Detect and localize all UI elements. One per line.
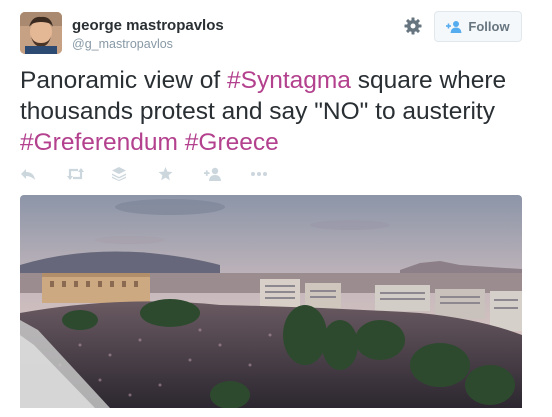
follow-label: Follow <box>468 19 510 34</box>
gear-icon[interactable] <box>402 15 424 37</box>
hashtag-greferendum[interactable]: #Greferendum <box>20 129 178 156</box>
reply-button[interactable] <box>20 162 66 186</box>
hashtag-syntagma[interactable]: #Syntagma <box>227 67 351 94</box>
more-button[interactable] <box>250 162 296 186</box>
tweet-photo[interactable] <box>20 195 522 408</box>
user-handle[interactable]: @g_mastropavlos <box>72 37 173 51</box>
tweet-actions <box>20 162 296 186</box>
reply-icon <box>21 169 35 180</box>
follow-icon <box>204 167 221 181</box>
more-icon <box>251 172 267 176</box>
stack-icon <box>112 167 126 181</box>
display-name[interactable]: george mastropavlos <box>72 17 224 34</box>
retweet-button[interactable] <box>66 162 112 186</box>
avatar-image <box>20 12 62 54</box>
avatar[interactable] <box>20 12 62 54</box>
follow-person-icon <box>446 21 462 33</box>
tweet-text-line: thousands protest and say "NO" to auster… <box>20 98 495 125</box>
follow-button[interactable]: Follow <box>434 11 522 42</box>
panorama-photo <box>20 195 522 408</box>
favorite-button[interactable] <box>158 162 204 186</box>
favorite-icon <box>158 167 173 181</box>
hashtag-greece[interactable]: #Greece <box>185 129 279 156</box>
retweet-icon <box>67 168 84 180</box>
tweet-text-segment: Panoramic view of <box>20 67 227 94</box>
tweet-text: Panoramic view of #Syntagma square where… <box>20 65 540 158</box>
stack-button[interactable] <box>112 162 158 186</box>
tweet-text-segment: square where <box>350 67 507 94</box>
follow-action-button[interactable] <box>204 162 250 186</box>
